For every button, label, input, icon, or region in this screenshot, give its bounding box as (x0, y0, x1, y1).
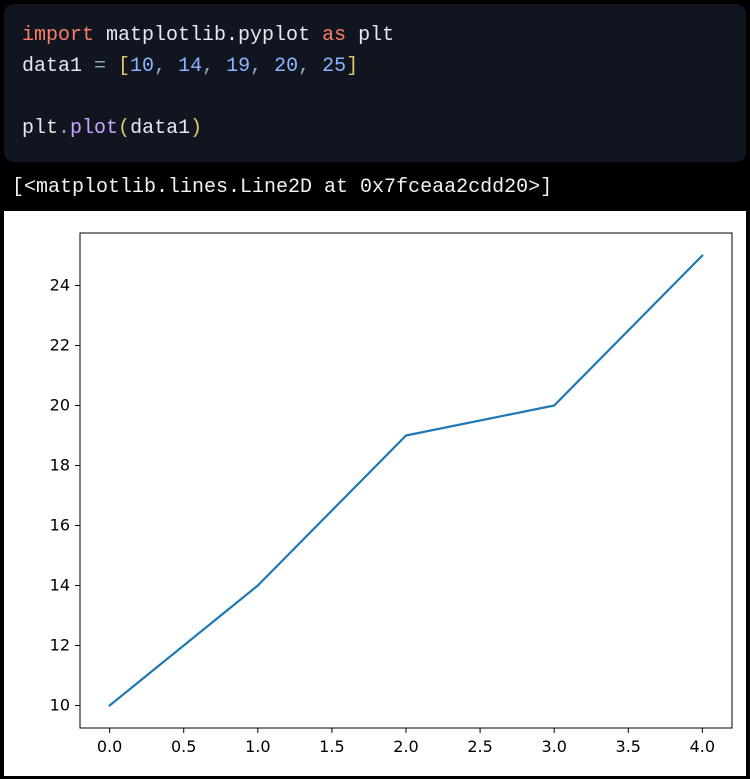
x-tick-label: 0.0 (97, 737, 122, 756)
x-axis-ticks: 0.0 0.5 1.0 1.5 2.0 2.5 3.0 3.5 4.0 (97, 728, 715, 756)
keyword-as: as (322, 24, 346, 47)
x-tick-label: 1.5 (319, 737, 344, 756)
y-axis-ticks: 10 12 14 16 18 20 22 24 (50, 276, 80, 715)
comma-0: , (154, 55, 178, 78)
y-tick-label: 12 (50, 636, 70, 655)
output-repr: [<matplotlib.lines.Line2D at 0x7fceaa2cd… (0, 162, 750, 211)
call-method: plot (70, 117, 118, 140)
chart-output: 0.0 0.5 1.0 1.5 2.0 2.5 3.0 3.5 4.0 10 12 14 16 18 20… (4, 211, 746, 776)
code-line-1: import matplotlib.pyplot as plt (22, 20, 728, 51)
list-num-2: 19 (226, 55, 250, 78)
call-arg: data1 (130, 117, 190, 140)
code-line-3: plt.plot(data1) (22, 113, 728, 144)
list-num-1: 14 (178, 55, 202, 78)
y-tick-label: 16 (50, 516, 70, 535)
x-tick-label: 1.0 (245, 737, 270, 756)
x-tick-label: 2.5 (467, 737, 492, 756)
x-tick-label: 3.0 (541, 737, 566, 756)
y-tick-label: 18 (50, 456, 70, 475)
y-tick-label: 24 (50, 276, 70, 295)
data-line (110, 256, 703, 706)
keyword-import: import (22, 24, 94, 47)
comma-3: , (298, 55, 322, 78)
code-blank-line (22, 82, 728, 113)
comma-2: , (250, 55, 274, 78)
assign-op: = (82, 55, 118, 78)
x-tick-label: 0.5 (171, 737, 196, 756)
x-tick-label: 4.0 (690, 737, 715, 756)
paren-close: ) (190, 117, 202, 140)
dot-op: . (58, 117, 70, 140)
var-name: data1 (22, 55, 82, 78)
axes-spine (80, 233, 732, 728)
bracket-close: ] (346, 55, 358, 78)
list-num-0: 10 (130, 55, 154, 78)
y-tick-label: 10 (50, 696, 70, 715)
code-line-2: data1 = [10, 14, 19, 20, 25] (22, 51, 728, 82)
code-cell: import matplotlib.pyplot as plt data1 = … (4, 4, 746, 162)
module-name: matplotlib.pyplot (106, 24, 310, 47)
call-object: plt (22, 117, 58, 140)
module-alias: plt (358, 24, 394, 47)
bracket-open: [ (118, 55, 130, 78)
list-num-3: 20 (274, 55, 298, 78)
y-tick-label: 14 (50, 576, 70, 595)
comma-1: , (202, 55, 226, 78)
line-chart: 0.0 0.5 1.0 1.5 2.0 2.5 3.0 3.5 4.0 10 12 14 16 18 20… (10, 223, 742, 770)
x-tick-label: 3.5 (616, 737, 641, 756)
y-tick-label: 20 (50, 396, 70, 415)
x-tick-label: 2.0 (393, 737, 418, 756)
list-num-4: 25 (322, 55, 346, 78)
y-tick-label: 22 (50, 336, 70, 355)
paren-open: ( (118, 117, 130, 140)
